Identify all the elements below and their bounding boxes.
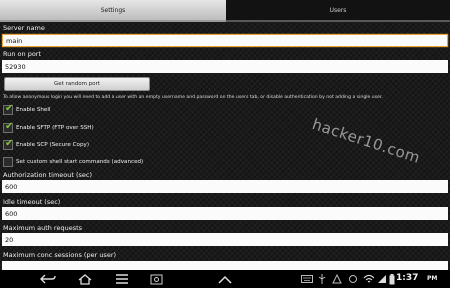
anonymous-login-note: To allow anonymous login you will need t…	[3, 95, 383, 100]
checkbox-label: Enable SFTP (FTP over SSH)	[16, 125, 94, 131]
tab-active-indicator	[0, 20, 226, 22]
server-name-input[interactable]: main	[2, 34, 448, 47]
status-clock-ampm: PM	[427, 275, 438, 282]
system-navigation-bar: 1:37 PM	[0, 270, 450, 288]
watermark-text: hacker10.com	[309, 115, 423, 167]
sync-icon	[346, 272, 360, 286]
tab-users[interactable]: Users	[226, 0, 450, 20]
checkbox-label: Enable SCP (Secure Copy)	[16, 142, 90, 148]
enable-sftp-checkbox[interactable]: ✔ Enable SFTP (FTP over SSH)	[3, 121, 94, 134]
max-auth-input[interactable]: 20	[2, 233, 448, 246]
auth-timeout-label: Authorization timeout (sec)	[3, 171, 93, 179]
notification-icon	[330, 272, 344, 286]
auth-timeout-input[interactable]: 600	[2, 180, 448, 193]
custom-shell-commands-checkbox[interactable]: Set custom shell start commands (advance…	[3, 156, 143, 168]
idle-timeout-input[interactable]: 600	[2, 207, 448, 220]
up-arrow-icon[interactable]	[216, 272, 234, 286]
checkbox-box: ✔	[3, 138, 14, 150]
keyboard-icon	[300, 272, 314, 286]
status-clock: 1:37	[396, 273, 419, 283]
port-input[interactable]: 52930	[2, 60, 448, 73]
check-icon: ✔	[5, 138, 14, 149]
enable-scp-checkbox[interactable]: ✔ Enable SCP (Secure Copy)	[3, 138, 90, 151]
server-name-label: Server name	[3, 24, 45, 32]
wifi-icon	[362, 272, 376, 286]
get-random-port-button[interactable]: Get random port	[4, 77, 150, 91]
check-icon: ✔	[5, 121, 14, 132]
checkbox-box	[3, 157, 13, 167]
checkbox-label: Enable Shell	[16, 107, 51, 113]
max-auth-label: Maximum auth requests	[3, 224, 83, 232]
checkbox-box: ✔	[3, 103, 14, 115]
tab-settings[interactable]: Settings	[0, 0, 226, 20]
max-conc-sessions-label: Maximum conc sessions (per user)	[3, 251, 117, 259]
checkbox-box: ✔	[3, 121, 14, 133]
back-icon[interactable]	[38, 272, 58, 286]
check-icon: ✔	[5, 103, 14, 114]
battery-icon	[387, 272, 396, 286]
home-icon[interactable]	[75, 272, 95, 286]
tab-bar: Settings Users	[0, 0, 450, 22]
checkbox-label: Set custom shell start commands (advance…	[16, 159, 144, 165]
enable-shell-checkbox[interactable]: ✔ Enable Shell	[3, 103, 51, 116]
port-label: Run on port	[3, 50, 42, 58]
recent-apps-icon[interactable]	[112, 272, 132, 286]
screenshot-icon[interactable]	[147, 272, 165, 286]
usb-icon	[315, 272, 329, 286]
max-conc-sessions-input[interactable]	[2, 261, 448, 270]
idle-timeout-label: Idle timeout (sec)	[3, 198, 61, 206]
